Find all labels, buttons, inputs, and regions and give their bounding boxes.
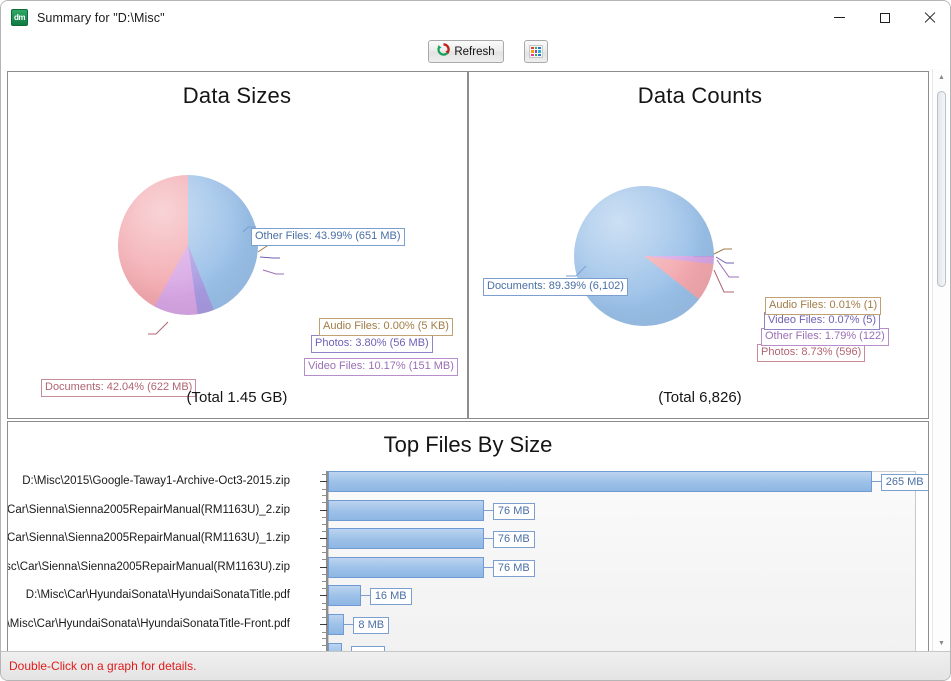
bar-label-stem: [483, 509, 493, 511]
top-files-panel[interactable]: Top Files By Size D:\Misc\2015\Google-Ta…: [7, 421, 929, 652]
axis-tick-minor: [322, 530, 327, 532]
axis-tick-minor: [322, 473, 327, 475]
bar-value-label[interactable]: 76 MB: [492, 559, 535, 577]
slice-label-other-files[interactable]: Other Files: 1.79% (122): [761, 328, 889, 346]
vertical-scrollbar[interactable]: ▲ ▼: [932, 69, 950, 652]
bar-value-label[interactable]: 76 MB: [492, 531, 535, 549]
bar-value-label[interactable]: 76 MB: [492, 502, 535, 520]
axis-tick-minor: [322, 523, 327, 525]
bar-category-label: D:\Misc\Car\Sienna\Sienna2005RepairManua…: [7, 532, 290, 545]
bar-row[interactable]: D:\Misc\Car\Sienna\Sienna2005RepairManua…: [7, 556, 928, 586]
bar-category-label: D:\Misc\Car\HyundaiSonata\HyundaiSonataT…: [7, 618, 290, 630]
scrollbar-thumb[interactable]: [937, 91, 946, 287]
data-counts-title: Data Counts: [637, 83, 763, 108]
pie-charts-row: Data Sizes Other Files: 43.99% (651 MB) …: [7, 71, 929, 419]
refresh-label: Refresh: [454, 45, 495, 58]
minimize-icon: [834, 17, 845, 18]
axis-tick-minor: [322, 602, 327, 604]
data-counts-total: (Total 6,826): [658, 389, 742, 406]
bar-category-label: D:\Misc\Car\Sienna\Sienna2005RepairManua…: [7, 560, 290, 573]
dm-app-icon: dm: [11, 9, 28, 26]
bar[interactable]: [328, 471, 872, 492]
slice-label-photos[interactable]: Photos: 8.73% (596): [757, 344, 866, 362]
slice-label-other-files[interactable]: Other Files: 43.99% (651 MB): [251, 228, 405, 246]
slice-label-photos[interactable]: Photos: 3.80% (56 MB): [311, 335, 433, 353]
bar[interactable]: [328, 499, 484, 521]
grid-view-button[interactable]: [524, 40, 548, 63]
bar-value-label[interactable]: 8 MB: [353, 617, 390, 634]
slice-label-video-files[interactable]: Video Files: 10.17% (151 MB): [304, 358, 458, 376]
bar-category-label: D:\Misc\2015\Google-Taway1-Archive-Oct3-…: [22, 475, 290, 487]
bar-row[interactable]: D:\Misc\Car\HyundaiSonata\HyundaiSonataT…: [8, 585, 928, 614]
data-sizes-panel[interactable]: Data Sizes Other Files: 43.99% (651 MB) …: [8, 72, 466, 418]
bar-category-label: D:\Misc\Car\HyundaiSonata\HyundaiSonataT…: [25, 589, 290, 602]
bar-row[interactable]: D:\Misc\Car\Sienna\Sienna2005RepairManua…: [7, 499, 928, 529]
axis-tick-minor: [322, 587, 327, 589]
axis-tick-minor: [322, 580, 327, 582]
axis-tick-minor: [322, 495, 327, 496]
bar-category-label: D:\Misc\Car\Sienna\Sienna2005RepairManua…: [7, 503, 290, 516]
axis-tick-major: [320, 509, 327, 511]
refresh-button[interactable]: Refresh: [428, 40, 504, 63]
bar-value-label[interactable]: 16 MB: [369, 588, 412, 606]
bar-label-stem: [483, 566, 493, 568]
axis-tick-minor: [322, 517, 327, 519]
axis-tick-minor: [322, 631, 327, 633]
data-sizes-title: Data Sizes: [182, 83, 292, 108]
data-counts-panel[interactable]: Data Counts Documents: 89.39% (6,102) Ph…: [467, 72, 931, 418]
bar-row[interactable]: D:\Misc\Car\Sienna\Sienna2005RepairManua…: [8, 528, 928, 557]
axis-tick-minor: [322, 574, 327, 576]
bar-label-stem: [360, 595, 370, 597]
axis-tick-minor: [322, 545, 327, 547]
axis-tick-minor: [322, 488, 327, 490]
bar-row[interactable]: D:\Misc\2015\Google-Taway1-Archive-Oct3-…: [8, 471, 928, 500]
axis-tick-minor: [322, 559, 327, 561]
close-icon: [924, 12, 936, 24]
bar[interactable]: [328, 614, 345, 635]
slice-label-audio-files[interactable]: Audio Files: 0.01% (1): [765, 297, 882, 315]
maximize-button[interactable]: [862, 1, 907, 34]
axis-tick-major: [320, 481, 327, 482]
data-sizes-total: (Total 1.45 GB): [186, 389, 288, 406]
bar[interactable]: [328, 528, 484, 550]
bar-label-stem: [483, 538, 493, 540]
window-controls: [817, 1, 950, 34]
content-scroll-area: Data Sizes Other Files: 43.99% (651 MB) …: [1, 69, 950, 652]
refresh-icon: [437, 42, 451, 61]
bar-label-stem: [871, 481, 881, 482]
close-button[interactable]: [907, 1, 950, 34]
window-title: Summary for "D:\Misc": [37, 10, 165, 25]
slice-label-audio-files[interactable]: Audio Files: 0.00% (5 KB): [319, 318, 453, 336]
axis-tick-minor: [322, 645, 327, 647]
axis-tick-major: [320, 624, 327, 625]
bar[interactable]: [328, 556, 484, 578]
title-bar: dm Summary for "D:\Misc": [1, 1, 950, 34]
axis-tick-minor: [322, 609, 327, 611]
top-files-title: Top Files By Size: [383, 432, 553, 457]
scroll-up-icon[interactable]: ▲: [933, 69, 950, 86]
color-grid-icon: [529, 45, 543, 58]
axis-tick-major: [320, 566, 327, 568]
axis-tick-minor: [322, 638, 327, 639]
content: Data Sizes Other Files: 43.99% (651 MB) …: [1, 69, 935, 652]
status-message: Double-Click on a graph for details.: [9, 659, 197, 673]
maximize-icon: [879, 12, 890, 23]
bar-value-label[interactable]: 265 MB: [880, 474, 928, 491]
bar-row[interactable]: D:\Misc\Car\HyundaiSonata\HyundaiSonataT…: [8, 614, 928, 643]
axis-tick-major: [320, 595, 327, 597]
summary-window: dm Summary for "D:\Misc" Refresh Data Si…: [0, 0, 951, 681]
axis-tick-major: [320, 538, 327, 540]
axis-tick-minor: [322, 552, 327, 554]
scroll-down-icon[interactable]: ▼: [933, 635, 950, 652]
slice-label-documents[interactable]: Documents: 89.39% (6,102): [483, 278, 628, 296]
bar-label-stem: [344, 624, 354, 625]
axis-tick-minor: [322, 616, 327, 618]
bar[interactable]: [328, 585, 361, 607]
axis-tick-minor: [322, 502, 327, 504]
status-bar: Double-Click on a graph for details.: [1, 651, 950, 680]
minimize-button[interactable]: [817, 1, 862, 34]
